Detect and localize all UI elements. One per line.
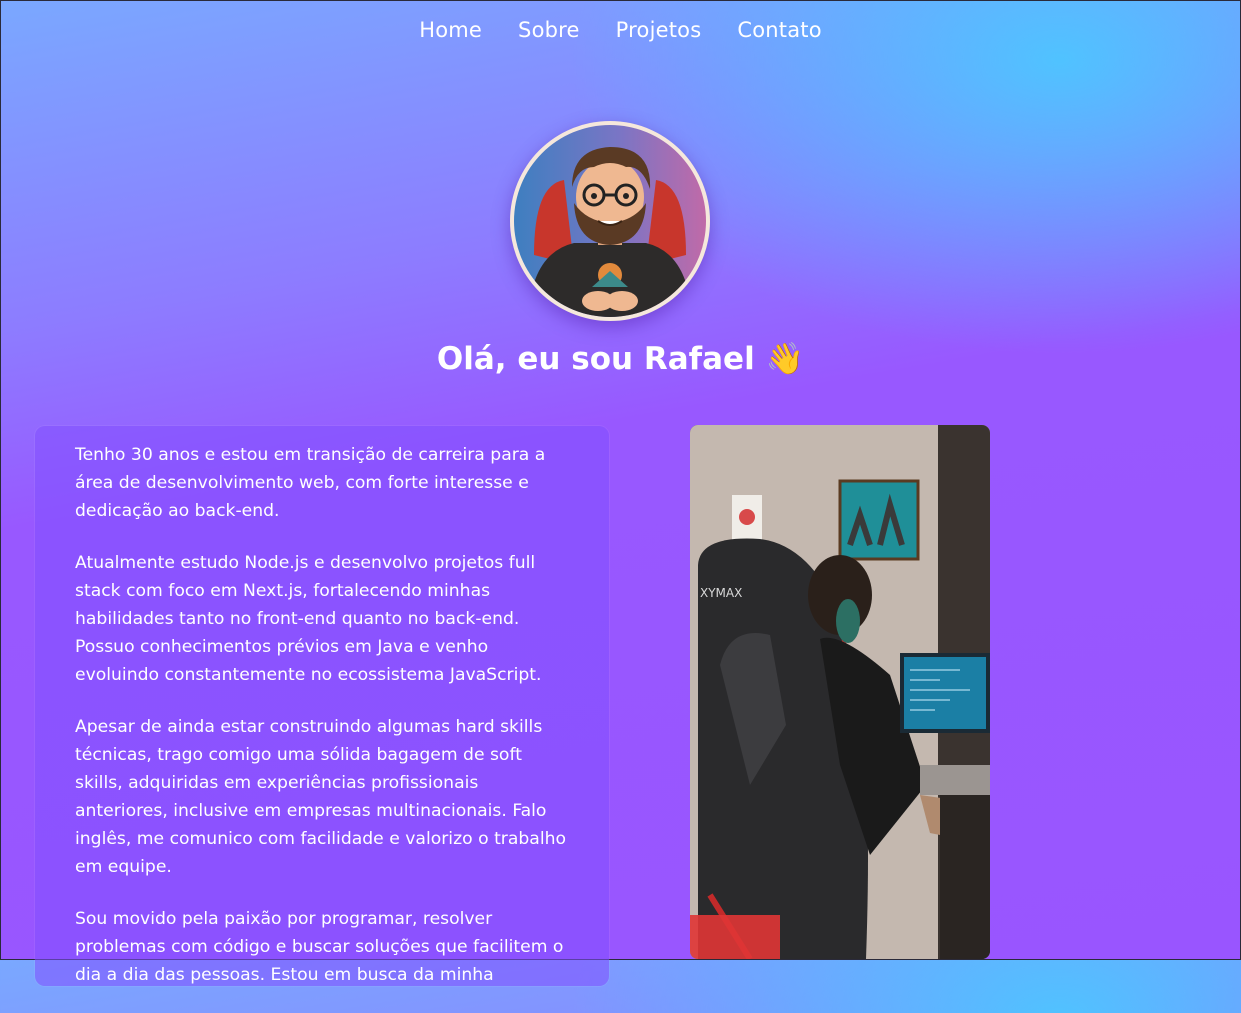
avatar: [510, 121, 710, 321]
workspace-photo: XYMAX: [690, 425, 990, 959]
nav-link-sobre[interactable]: Sobre: [518, 18, 580, 42]
top-nav: Home Sobre Projetos Contato: [0, 18, 1241, 42]
nav-link-contato[interactable]: Contato: [737, 18, 821, 42]
nav-link-home[interactable]: Home: [419, 18, 482, 42]
hero-greeting: Olá, eu sou Rafael 👋: [436, 341, 805, 377]
about-paragraph-3: Apesar de ainda estar construindo alguma…: [75, 717, 567, 877]
workspace-photo-image: XYMAX: [690, 425, 990, 959]
chair-brand-label: XYMAX: [700, 586, 742, 600]
nav-link-projetos[interactable]: Projetos: [616, 18, 702, 42]
about-paragraph-2: Atualmente estudo Node.js e desenvolvo p…: [75, 553, 542, 685]
about-paragraph-4: Sou movido pela paixão por programar, re…: [75, 909, 564, 985]
about-text: Tenho 30 anos e estou em transição de ca…: [75, 441, 575, 1013]
cartoon-avatar-icon: [514, 125, 706, 317]
about-paragraph-1: Tenho 30 anos e estou em transição de ca…: [75, 445, 546, 521]
